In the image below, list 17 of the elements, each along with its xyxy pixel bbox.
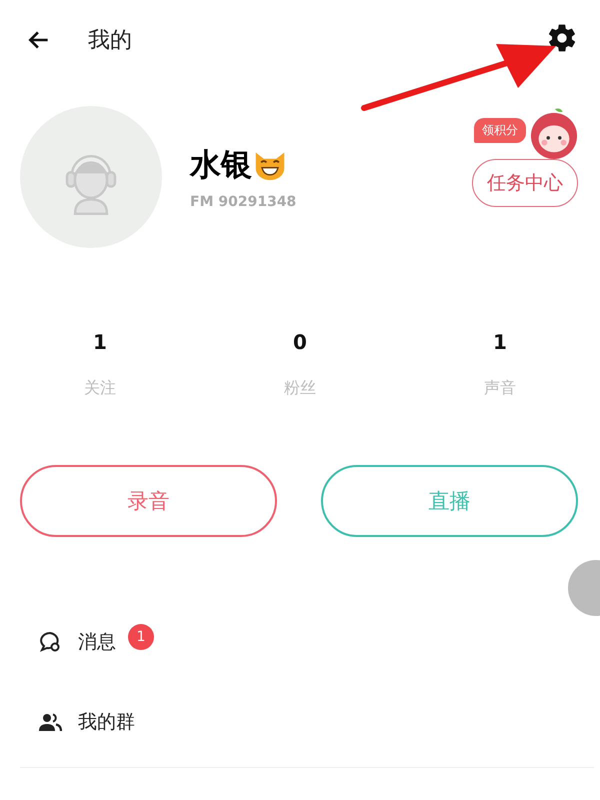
settings-icon[interactable] xyxy=(546,22,578,54)
chat-bubble-icon xyxy=(38,630,62,654)
stat-count[interactable]: 0 xyxy=(293,330,307,354)
user-name: 水银 xyxy=(190,146,252,184)
mascot-icon[interactable] xyxy=(530,106,578,160)
stat-count[interactable]: 1 xyxy=(93,330,107,354)
people-icon xyxy=(38,712,62,732)
unread-badge: 1 xyxy=(128,624,154,650)
user-id: FM 90291348 xyxy=(190,194,296,210)
points-bubble[interactable]: 领积分 xyxy=(474,118,526,142)
menu-item[interactable]: 消息 xyxy=(78,629,116,655)
action-button[interactable]: 录音 xyxy=(20,465,277,537)
page-title: 我的 xyxy=(88,27,132,55)
stat-count[interactable]: 1 xyxy=(493,330,507,354)
action-button[interactable]: 直播 xyxy=(321,465,578,537)
menu-item[interactable]: 我的群 xyxy=(78,709,135,735)
task-center-button[interactable]: 任务中心 xyxy=(472,158,578,206)
